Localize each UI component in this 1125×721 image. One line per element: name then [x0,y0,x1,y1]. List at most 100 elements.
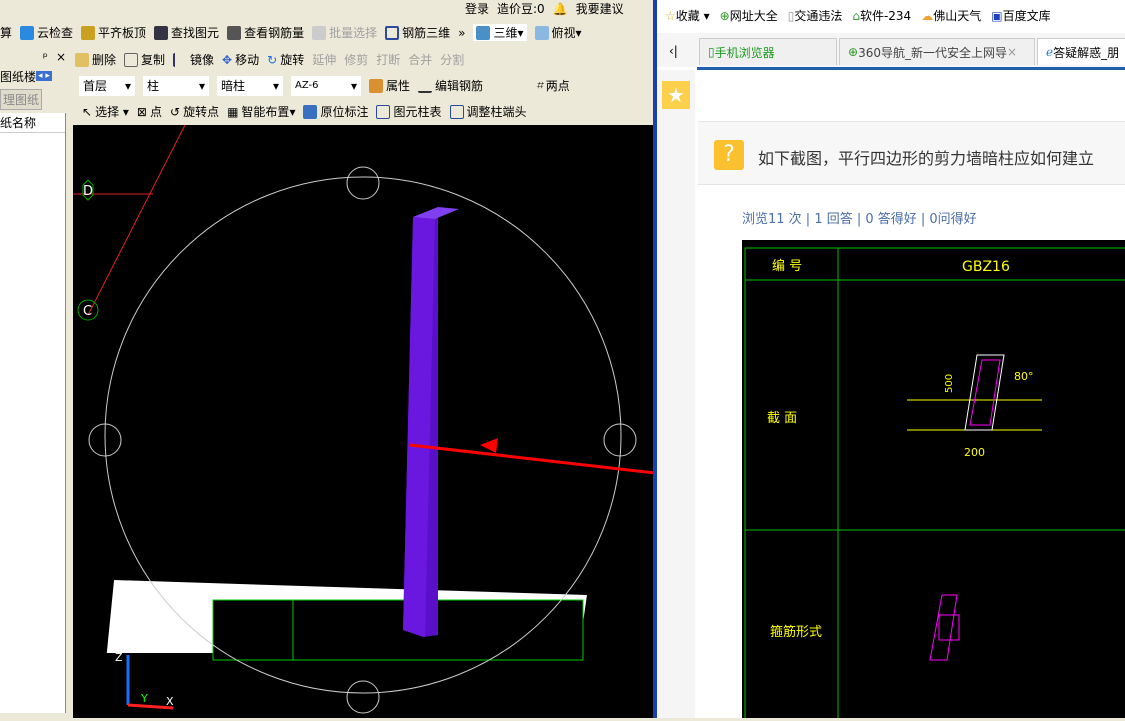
top-view-dropdown[interactable]: 俯视 ▾ [534,24,582,41]
close-icon[interactable]: × [56,50,66,64]
orbit-handle[interactable] [346,166,380,200]
axis-x-label: X [166,695,174,708]
bookmark-item[interactable]: ⌂ 软件-234 [852,7,911,24]
phone-icon: ▯ [708,45,715,59]
two-points-button[interactable]: ⌗ 两点 [536,77,570,94]
adjust-column-end-button[interactable]: 调整柱端头 [449,103,527,120]
axis-z-label: Z [115,651,123,664]
rotate-point-icon: ↺ [170,104,181,119]
panel-tabs: 图纸楼 ◂ ▸ [0,67,70,85]
tab-scroll-left-icon[interactable]: ‹| [669,44,678,58]
extend-button[interactable]: 延伸 [312,51,336,68]
cad-angle: 80° [1014,370,1034,383]
move-icon: ✥ [222,52,233,67]
cloud-check-icon [20,25,35,40]
favorite-star-button[interactable]: ★ [662,81,690,109]
axis-label-d: D [83,184,93,199]
rotate-button[interactable]: ↻ 旋转 [267,51,304,68]
name-select[interactable]: AZ-6 ▾ [291,75,361,96]
bookmark-item[interactable]: ▣ 百度文库 [991,7,1050,24]
rotate-icon: ↻ [267,52,278,67]
cad-row-stirrup: 箍筋形式 [770,624,822,640]
threed-dropdown[interactable]: 三维 ▾ [473,24,527,41]
toolbar-item[interactable]: 算 [0,24,12,41]
grid-icon: ▦ [227,104,239,119]
bookmark-item[interactable]: ☁ 佛山天气 [921,7,981,24]
login-link[interactable]: 登录 [465,0,489,17]
tab-answers[interactable]: ℯ 答疑解惑_朋 [1037,38,1125,65]
floor-select[interactable]: 首层 ▾ [79,75,135,96]
cursor-icon: ↖ [82,104,93,119]
type-select[interactable]: 暗柱 ▾ [217,75,283,96]
point-button[interactable]: ⊠ 点 [137,103,162,120]
cube-icon [476,25,491,40]
batch-select-button[interactable]: 批量选择 [312,24,377,41]
edit-rebar-button[interactable]: 编辑钢筋 [418,77,483,94]
find-element-button[interactable]: 查找图元 [154,24,219,41]
cad-row-section: 截 面 [767,411,797,426]
table-icon [376,104,391,119]
column-table-button[interactable]: 图元柱表 [376,103,442,120]
select-button[interactable]: ↖ 选择 ▾ [82,103,129,120]
more-icon[interactable]: » [458,26,465,40]
in-place-label-button[interactable]: 原位标注 [303,103,368,120]
question-title: 如下截图，平行四边形的剪力墙暗柱应如何建立 [758,149,1095,168]
category-select[interactable]: 柱 ▾ [143,75,209,96]
3d-viewport[interactable]: D C Z Y X [73,125,653,718]
rotate-point-button[interactable]: ↺ 旋转点 [170,103,219,120]
property-button[interactable]: 属性 [369,77,410,94]
cube-top-icon [534,25,549,40]
delete-button[interactable]: 删除 [75,51,116,68]
red-arrow [409,443,653,475]
viewport-canvas[interactable]: D C Z Y X [73,125,653,718]
toolbar-props: 首层 ▾ 柱 ▾ 暗柱 ▾ AZ-6 ▾ 属性 编辑钢筋 ⌗ 两点 [79,73,578,98]
bookmark-item[interactable]: ⊕ 网址大全 [720,7,778,24]
close-tab-icon[interactable]: × [1007,45,1017,59]
suggest-link[interactable]: 我要建议 [576,0,624,17]
mirror-button[interactable]: 镜像 [173,51,214,68]
tab-mobile-browser[interactable]: ▯ 手机浏览器 [699,38,837,65]
price-beans: 造价豆:0 [497,2,545,16]
property-icon [369,78,383,93]
top-right-bar: 登录 造价豆:0 🔔 我要建议 [465,0,624,17]
trim-button[interactable]: 修剪 [344,51,368,68]
column-end-icon [449,104,464,119]
copy-button[interactable]: 复制 [124,51,165,68]
question-stats: 浏览11 次 | 1 回答 | 0 答得好 | 0问得好 [742,212,977,227]
bell-icon[interactable]: 🔔 [553,2,568,16]
cad-image[interactable]: 编 号 GBZ16 截 面 箍筋形式 500 200 80° [742,240,1125,721]
move-button[interactable]: ✥ 移动 [222,51,259,68]
question-box: ? 如下截图，平行四边形的剪力墙暗柱应如何建立 [698,121,1125,185]
bookmark-item[interactable]: ▯ 交通违法 [788,7,843,24]
bookmark-favorites[interactable]: ☆ 收藏 ▾ [665,7,710,24]
ie-icon: ℯ [1046,45,1054,59]
manage-drawings-button[interactable]: 理图纸 [0,88,43,110]
orbit-handle[interactable] [346,680,380,714]
tab-drawing-floor[interactable]: 图纸楼 [0,68,36,85]
merge-button[interactable]: 合并 [408,51,432,68]
mirror-icon [173,52,187,67]
drawing-name-header: 纸名称 [0,113,65,133]
weather-icon: ☁ [921,8,934,23]
split-button[interactable]: 分割 [440,51,464,68]
cloud-check-button[interactable]: 云检查 [20,24,73,41]
break-button[interactable]: 打断 [376,51,400,68]
bookmarks-bar: ☆ 收藏 ▾ ⊕ 网址大全 ▯ 交通违法 ⌂ 软件-234 ☁ 佛山天气 ▣ 百度文库 [665,7,1061,24]
tab-360-nav[interactable]: ⊕ 360导航_新一代安全上网导 × [839,38,1035,65]
pin-icon[interactable]: ᵖ [43,50,48,64]
toolbar-main: 算 云检查 平齐板顶 查找图元 查看钢筋量 批量选择 钢筋三维 » 三维 ▾ 俯视… [0,20,590,45]
align-slab-button[interactable]: 平齐板顶 [81,24,146,41]
tab-scroll-arrows[interactable]: ◂ ▸ [36,71,52,81]
rebar-3d-button[interactable]: 钢筋三维 [385,24,450,41]
rebar-grid-icon [385,25,400,40]
question-icon: ? [714,140,744,170]
batch-icon [312,25,327,40]
point-icon: ⊠ [136,104,147,119]
view-rebar-button[interactable]: 查看钢筋量 [227,24,304,41]
smart-layout-button[interactable]: ▦ 智能布置 ▾ [227,103,295,120]
pen-icon [418,79,433,93]
label-icon [303,104,318,119]
axis-line [87,125,186,316]
360-icon: ⊕ [719,8,730,23]
toolbar-edit: 删除 复制 镜像 ✥ 移动 ↻ 旋转 延伸 修剪 打断 合并 分割 [75,47,472,72]
